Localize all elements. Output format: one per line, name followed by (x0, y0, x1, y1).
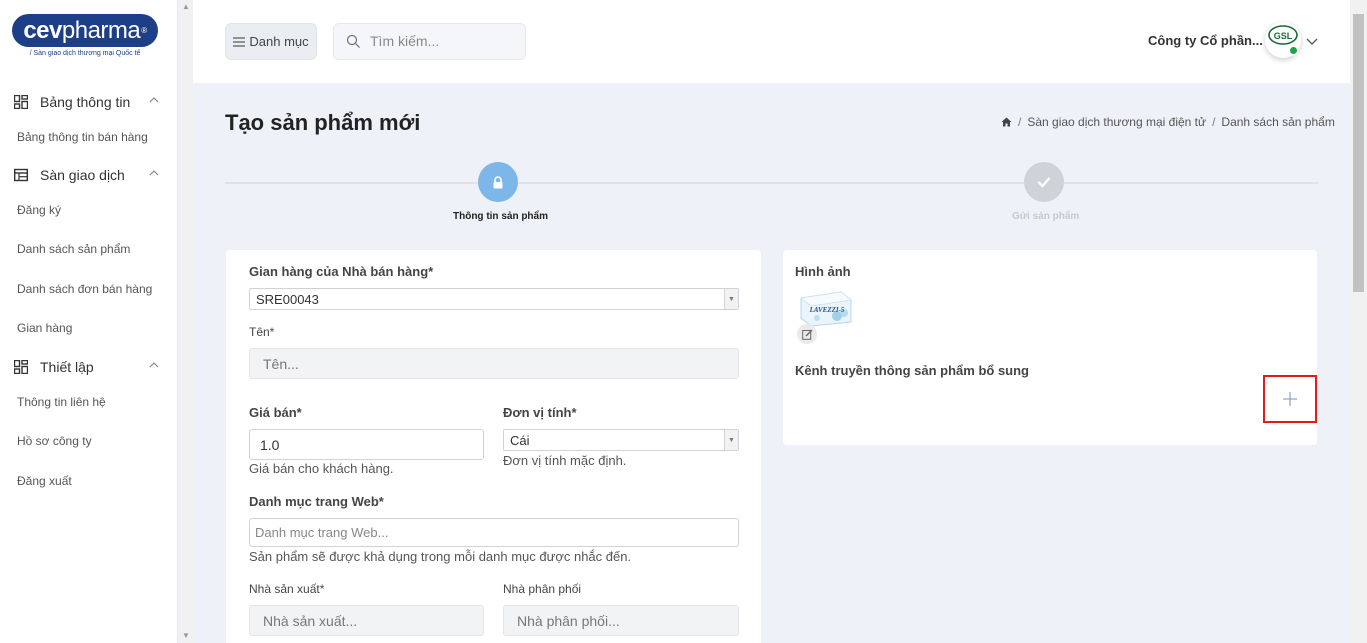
store-select-value: SRE00043 (256, 292, 319, 307)
dashboard-icon (14, 95, 28, 109)
sidebar-item-company-profile[interactable]: Hồ sơ công ty (17, 434, 92, 448)
image-label: Hình ảnh (795, 264, 851, 279)
sidebar-group-settings[interactable]: Thiết lập (0, 355, 178, 379)
sidebar-group-label: Bảng thông tin (40, 94, 131, 110)
chevron-up-icon (149, 362, 159, 368)
dropdown-arrow-icon: ▼ (724, 430, 738, 450)
home-icon[interactable] (1001, 117, 1012, 127)
sidebar-group-exchange[interactable]: Sàn giao dịch (0, 163, 178, 187)
category-menu-button[interactable]: Danh mục (225, 23, 317, 60)
edit-image-button[interactable] (797, 324, 817, 344)
manufacturer-input[interactable]: Nhà sản xuất... (249, 605, 484, 636)
sidebar-item-contact[interactable]: Thông tin liên hệ (17, 395, 106, 409)
check-icon (1037, 177, 1051, 188)
unit-select[interactable]: Cái ▼ (503, 429, 739, 451)
name-input[interactable]: Tên... (249, 348, 739, 379)
price-input[interactable]: 1.0 (249, 429, 484, 460)
sidebar-scrollbar[interactable]: ▲ ▼ (179, 0, 193, 643)
search-input[interactable] (370, 33, 520, 49)
topbar: Danh mục Công ty Cổ phần... GSL (193, 0, 1350, 83)
sidebar-group-dashboard[interactable]: Bảng thông tin (0, 90, 178, 114)
unit-select-value: Cái (510, 433, 530, 448)
step-submit-product[interactable] (1024, 162, 1064, 202)
edit-icon (801, 329, 812, 340)
avatar[interactable]: GSL (1265, 22, 1301, 58)
sidebar: cev pharma ® / Sàn giao dịch thương mại Qu… (0, 0, 178, 643)
search-box[interactable] (333, 23, 526, 60)
settings-grid-icon (14, 360, 28, 374)
product-thumbnail[interactable]: LAVEZZI-5 (797, 288, 853, 328)
sidebar-group-label: Sàn giao dịch (40, 167, 125, 183)
hamburger-icon (233, 36, 246, 47)
main-scrollbar[interactable] (1350, 0, 1367, 643)
sidebar-item-register[interactable]: Đăng ký (17, 203, 61, 217)
extra-media-label: Kênh truyền thông sản phẩm bổ sung (795, 363, 1029, 378)
breadcrumb: / Sàn giao dịch thương mại điện tử / Dan… (1001, 115, 1335, 129)
breadcrumb-separator: / (1018, 115, 1022, 129)
logo-brand-bold: cev (23, 16, 62, 44)
dropdown-arrow-icon: ▼ (724, 289, 738, 309)
unit-help-text: Đơn vị tính mặc định. (503, 453, 627, 468)
price-label: Giá bán* (249, 405, 302, 420)
store-select[interactable]: SRE00043 ▼ (249, 288, 739, 310)
step-label-product-info: Thông tin sản phẩm (453, 211, 548, 222)
add-media-button[interactable] (1263, 375, 1317, 423)
chevron-up-icon (149, 97, 159, 103)
web-category-input[interactable]: Danh mục trang Web... (249, 518, 739, 547)
sidebar-item-store[interactable]: Gian hàng (17, 321, 72, 335)
search-icon (346, 34, 360, 48)
name-label: Tên* (249, 325, 275, 339)
breadcrumb-item-product-list[interactable]: Danh sách sản phẩm (1221, 115, 1334, 129)
web-category-label: Danh mục trang Web* (249, 494, 384, 509)
sidebar-item-product-list[interactable]: Danh sách sản phẩm (17, 242, 130, 256)
store-label: Gian hàng của Nhà bán hàng* (249, 264, 434, 279)
unit-label: Đơn vị tính* (503, 405, 577, 420)
logo-brand-light: pharma (61, 16, 141, 44)
scroll-down-icon[interactable]: ▼ (182, 631, 190, 640)
scrollbar-thumb[interactable] (1353, 14, 1364, 292)
company-name[interactable]: Công ty Cổ phần... (1148, 33, 1263, 48)
sidebar-item-logout[interactable]: Đăng xuất (17, 474, 72, 488)
sidebar-group-label: Thiết lập (40, 359, 94, 375)
distributor-label: Nhà phân phối (503, 582, 582, 596)
product-box-text: LAVEZZI-5 (809, 306, 845, 314)
price-help-text: Giá bán cho khách hàng. (249, 461, 394, 476)
category-menu-label: Danh mục (249, 34, 309, 49)
lock-icon (493, 175, 503, 188)
logo-tagline: / Sàn giao dịch thương mại Quốc tế (29, 50, 141, 57)
step-product-info[interactable] (478, 162, 518, 202)
logo-reg: ® (141, 26, 147, 35)
stepper-line (225, 182, 1318, 184)
logo-mark: cev pharma ® (12, 14, 158, 47)
online-status-dot (1288, 45, 1299, 56)
chevron-up-icon (149, 170, 159, 176)
page-title: Tạo sản phẩm mới (225, 110, 421, 135)
table-icon (14, 168, 28, 182)
plus-icon (1283, 392, 1297, 406)
chevron-down-icon[interactable] (1305, 34, 1319, 48)
avatar-text: GSL (1274, 31, 1293, 41)
product-info-card: Gian hàng của Nhà bán hàng* SRE00043 ▼ T… (226, 250, 761, 643)
step-label-submit-product: Gửi sản phẩm (1012, 211, 1080, 222)
media-card: Hình ảnh LAVEZZI-5 Kênh truyền thông sản… (783, 250, 1317, 445)
breadcrumb-item-exchange[interactable]: Sàn giao dịch thương mại điện tử (1027, 115, 1206, 129)
sidebar-item-sales-orders[interactable]: Danh sách đơn bán hàng (17, 282, 152, 296)
web-category-help-text: Sản phẩm sẽ được khả dụng trong mỗi danh… (249, 549, 632, 564)
manufacturer-label: Nhà sản xuất* (249, 582, 325, 596)
breadcrumb-separator: / (1212, 115, 1216, 129)
scroll-up-icon[interactable]: ▲ (182, 2, 190, 11)
sidebar-item-sales-dashboard[interactable]: Bảng thông tin bán hàng (17, 130, 148, 144)
distributor-input[interactable]: Nhà phân phối... (503, 605, 739, 636)
cevpharma-logo[interactable]: cev pharma ® / Sàn giao dịch thương mại Qu… (12, 14, 158, 57)
